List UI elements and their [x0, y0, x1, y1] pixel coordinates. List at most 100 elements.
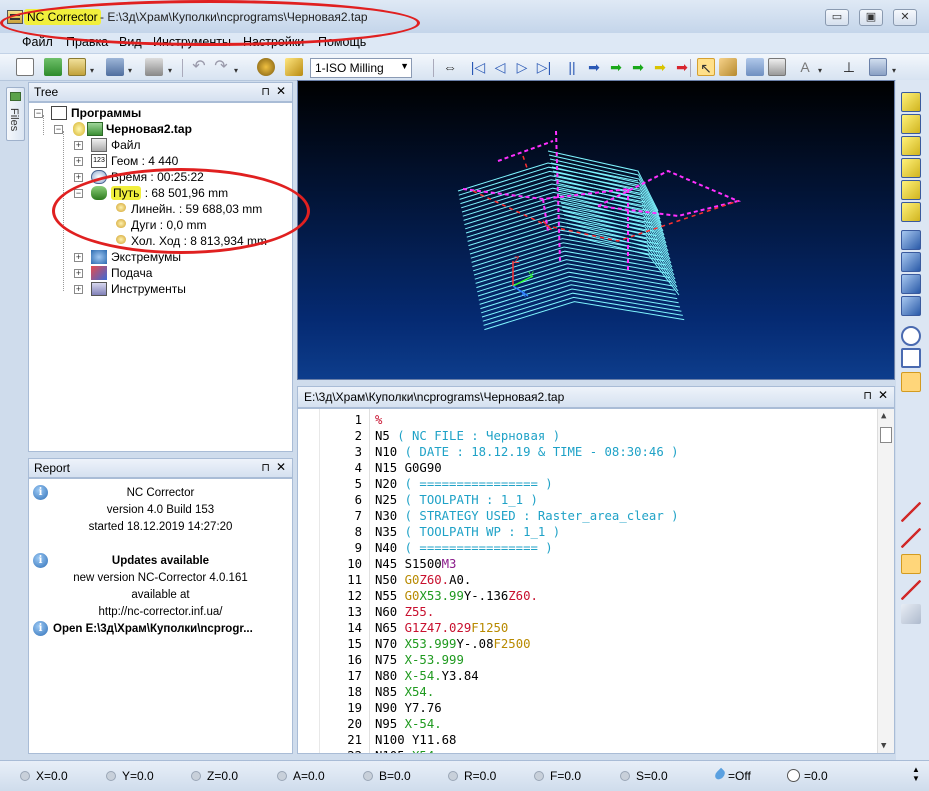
play-yellow-icon[interactable]: ➡ — [651, 58, 669, 76]
play-green-icon[interactable]: ➡ — [607, 58, 625, 76]
toolpath-3d-viewport[interactable]: Z Y X — [297, 80, 895, 380]
menu-view[interactable]: Вид — [119, 35, 142, 49]
files-tab[interactable]: Files — [6, 87, 25, 141]
menu-file[interactable]: Файл — [22, 35, 53, 49]
tree-item-rapid[interactable]: Хол. Ход : 8 813,934 mm — [131, 233, 267, 249]
play-blue-icon[interactable]: ➡ — [585, 58, 603, 76]
close-icon[interactable]: ✕ — [276, 460, 286, 474]
code-line[interactable]: N40 ( ================ ) — [375, 541, 553, 555]
redo-icon[interactable]: ↷ — [212, 58, 230, 76]
view-iso3-cube-icon[interactable] — [901, 274, 921, 294]
pin-icon[interactable]: ⊓ — [863, 389, 872, 402]
stop-red-icon[interactable]: ➡ — [673, 58, 691, 76]
view-top-cube-icon[interactable] — [901, 180, 921, 200]
view-iso1-cube-icon[interactable] — [901, 230, 921, 250]
open-folder-icon[interactable] — [68, 58, 86, 76]
brush-icon[interactable] — [901, 372, 921, 392]
tree-expander[interactable]: + — [74, 157, 83, 166]
close-button[interactable]: ✕ — [893, 9, 917, 26]
tree-item-path[interactable]: Путь : 68 501,96 mm — [111, 185, 228, 201]
code-line[interactable]: N95 X-54. — [375, 717, 442, 731]
report-url[interactable]: http://nc-corrector.inf.ua/ — [29, 606, 292, 618]
last-frame-icon[interactable]: ▷| — [535, 58, 553, 76]
view-left-cube-icon[interactable] — [901, 136, 921, 156]
print-icon[interactable] — [145, 58, 163, 76]
code-line[interactable]: N5 ( NC FILE : Черновая ) — [375, 429, 560, 443]
code-line[interactable]: N60 Z55. — [375, 605, 434, 619]
code-line[interactable]: N25 ( TOOLPATH : 1_1 ) — [375, 493, 538, 507]
view-iso2-cube-icon[interactable] — [901, 252, 921, 272]
tree-expander[interactable]: + — [74, 173, 83, 182]
minimize-button[interactable]: ▭ — [825, 9, 849, 26]
menu-help[interactable]: Помощь — [318, 35, 366, 49]
view-front-cube-icon[interactable] — [901, 92, 921, 112]
settings-grid-icon[interactable] — [746, 58, 764, 76]
tree-expander[interactable]: − — [74, 189, 83, 198]
pin-icon[interactable]: ⊓ — [261, 85, 270, 98]
code-line[interactable]: N50 G0Z60.A0. — [375, 573, 471, 587]
tree-item-file[interactable]: Файл — [111, 137, 141, 153]
panel-layout-icon[interactable] — [869, 58, 887, 76]
redo-dropdown-icon[interactable]: ▾ — [234, 66, 240, 75]
view-iso4-cube-icon[interactable] — [901, 296, 921, 316]
tree-item-geom[interactable]: Геом : 4 440 — [111, 153, 178, 169]
maximize-button[interactable]: ▣ — [859, 9, 883, 26]
code-line[interactable]: N65 G1Z47.029F1250 — [375, 621, 508, 635]
scroll-up-icon[interactable]: ▲ — [881, 411, 886, 421]
tree-item-tools[interactable]: Инструменты — [111, 281, 186, 297]
save-icon[interactable] — [106, 58, 124, 76]
zoom-window-icon[interactable] — [901, 348, 921, 368]
tree-item-feed[interactable]: Подача — [111, 265, 152, 281]
panel-dropdown-icon[interactable]: ▾ — [892, 66, 898, 75]
app-icon[interactable] — [7, 10, 23, 24]
scroll-down-icon[interactable]: ▼ — [881, 741, 886, 751]
code-line[interactable]: N80 X-54.Y3.84 — [375, 669, 479, 683]
menu-edit[interactable]: Правка — [66, 35, 108, 49]
code-line[interactable]: N75 X-53.999 — [375, 653, 464, 667]
tree-expander[interactable]: + — [74, 285, 83, 294]
calculator-icon[interactable] — [768, 58, 786, 76]
code-line[interactable]: N20 ( ================ ) — [375, 477, 553, 491]
play-green-fast-icon[interactable]: ➡ — [629, 58, 647, 76]
tree-expander[interactable]: + — [74, 141, 83, 150]
solid-mode-icon[interactable] — [901, 604, 921, 624]
close-icon[interactable]: ✕ — [878, 388, 888, 402]
code-line[interactable]: N100 Y11.68 — [375, 733, 456, 747]
code-editor[interactable]: 1% 2 N5 ( NC FILE : Черновая ) 3 N10 ( DATE … — [297, 408, 895, 754]
tree-expander[interactable]: + — [74, 253, 83, 262]
first-frame-icon[interactable]: |◁ — [469, 58, 487, 76]
close-icon[interactable]: ✕ — [276, 84, 286, 98]
rapid-mode-icon[interactable] — [901, 554, 921, 574]
save-dropdown-icon[interactable]: ▾ — [128, 66, 134, 75]
layers-icon[interactable] — [44, 58, 62, 76]
menu-settings[interactable]: Настройки — [243, 35, 304, 49]
tree-item-arcs[interactable]: Дуги : 0,0 mm — [131, 217, 206, 233]
tree-item-program-file[interactable]: Черновая2.tap — [106, 121, 192, 137]
pointer-icon[interactable]: ↖ — [697, 58, 715, 76]
code-line[interactable]: N90 Y7.76 — [375, 701, 442, 715]
status-scroll-icon[interactable]: ▲ ▼ — [912, 765, 920, 783]
code-line[interactable]: N55 G0X53.99Y-.136Z60. — [375, 589, 538, 603]
axes-icon[interactable]: ⊥ — [840, 58, 858, 76]
pause-icon[interactable]: || — [563, 58, 581, 76]
undo-icon[interactable]: ↶ — [190, 58, 208, 76]
zoom-icon[interactable] — [901, 326, 921, 346]
debug-icon[interactable] — [257, 58, 275, 76]
prev-frame-icon[interactable]: ◁ — [491, 58, 509, 76]
tree-expander[interactable]: + — [74, 269, 83, 278]
tree-item-linear[interactable]: Линейн. : 59 688,03 mm — [131, 201, 262, 217]
feed-mode-icon[interactable] — [901, 580, 921, 600]
view-bottom-cube-icon[interactable] — [901, 202, 921, 222]
tree-item-extremes[interactable]: Экстремумы — [111, 249, 181, 265]
view-right-cube-icon[interactable] — [901, 158, 921, 178]
code-line[interactable]: N35 ( TOOLPATH WP : 1_1 ) — [375, 525, 560, 539]
pin-icon[interactable]: ⊓ — [261, 461, 270, 474]
code-line[interactable]: N10 ( DATE : 18.12.19 & TIME - 08:30:46 … — [375, 445, 679, 459]
code-line[interactable]: % — [375, 413, 382, 427]
code-line[interactable]: N85 X54. — [375, 685, 434, 699]
code-line[interactable]: N105 X54. — [375, 749, 442, 753]
code-line[interactable]: N15 G0G90 — [375, 461, 442, 475]
measure-icon[interactable] — [719, 58, 737, 76]
code-line[interactable]: N70 X53.999Y-.08F2500 — [375, 637, 531, 651]
menu-tools[interactable]: Инструменты — [153, 35, 231, 49]
